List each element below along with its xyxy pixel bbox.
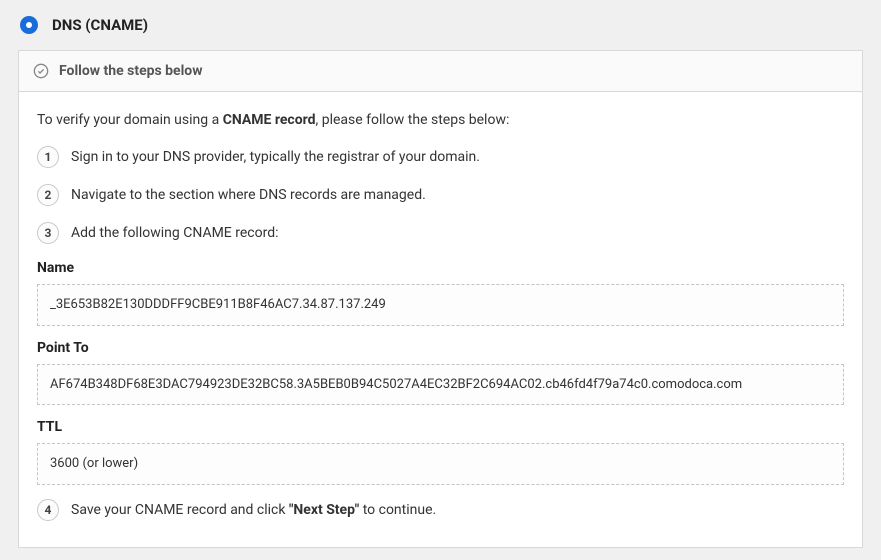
step-number: 3 xyxy=(37,222,59,244)
field-value-ttl[interactable]: 3600 (or lower) xyxy=(37,443,844,485)
step-4: 4 Save your CNAME record and click "Next… xyxy=(37,499,844,521)
field-value-name[interactable]: _3E653B82E130DDDFF9CBE911B8F46AC7.34.87.… xyxy=(37,284,844,326)
step-1: 1 Sign in to your DNS provider, typicall… xyxy=(37,146,844,168)
step-text: Navigate to the section where DNS record… xyxy=(71,187,426,203)
field-label: Point To xyxy=(37,340,844,356)
step-3: 3 Add the following CNAME record: xyxy=(37,222,844,244)
check-circle-icon xyxy=(33,63,49,79)
field-point-to: Point To AF674B348DF68E3DAC794923DE32BC5… xyxy=(37,340,844,406)
step-text: Save your CNAME record and click "Next S… xyxy=(71,502,436,518)
instructions-panel: Follow the steps below To verify your do… xyxy=(18,50,863,548)
panel-header: Follow the steps below xyxy=(19,51,862,92)
panel-header-text: Follow the steps below xyxy=(59,63,203,79)
intro-text: To verify your domain using a CNAME reco… xyxy=(37,112,844,128)
option-header[interactable]: DNS (CNAME) xyxy=(18,12,863,50)
step-number: 4 xyxy=(37,499,59,521)
step-number: 1 xyxy=(37,146,59,168)
panel-body: To verify your domain using a CNAME reco… xyxy=(19,92,862,547)
field-ttl: TTL 3600 (or lower) xyxy=(37,419,844,485)
step-text: Sign in to your DNS provider, typically … xyxy=(71,149,480,165)
field-value-point-to[interactable]: AF674B348DF68E3DAC794923DE32BC58.3A5BEB0… xyxy=(37,364,844,406)
field-label: Name xyxy=(37,260,844,276)
option-title: DNS (CNAME) xyxy=(52,16,148,34)
field-label: TTL xyxy=(37,419,844,435)
field-name: Name _3E653B82E130DDDFF9CBE911B8F46AC7.3… xyxy=(37,260,844,326)
step-text: Add the following CNAME record: xyxy=(71,225,278,241)
step-2: 2 Navigate to the section where DNS reco… xyxy=(37,184,844,206)
step-number: 2 xyxy=(37,184,59,206)
radio-selected-icon xyxy=(20,16,38,34)
